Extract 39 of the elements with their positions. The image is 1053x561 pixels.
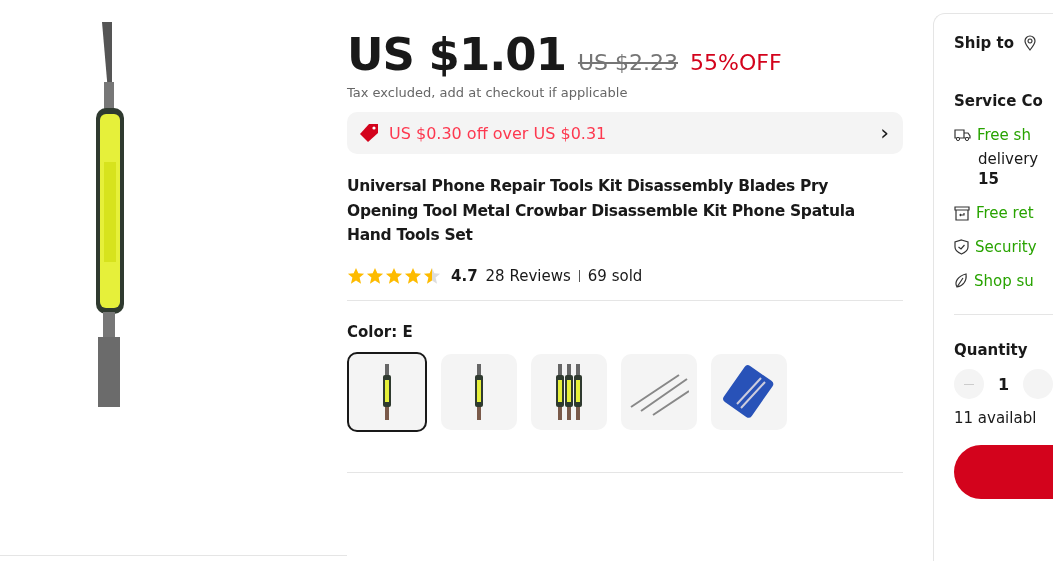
sold-count: 69 sold xyxy=(587,266,643,285)
service-text[interactable]: Security xyxy=(975,238,1037,256)
delivery-date: 15 xyxy=(978,170,1000,188)
leaf-icon xyxy=(954,273,968,289)
star-icon xyxy=(347,266,365,285)
quantity-label: Quantity xyxy=(954,341,1029,359)
available-count: 11 availabl xyxy=(954,409,1038,427)
tax-note: Tax excluded, add at checkout if applicable xyxy=(347,85,629,100)
coupon-banner[interactable]: US $0.30 off over US $0.31 › xyxy=(347,112,903,154)
star-icon xyxy=(366,266,384,285)
star-icon xyxy=(404,266,422,285)
variant-thumbnail[interactable] xyxy=(441,353,517,430)
service-text[interactable]: Free sh xyxy=(977,126,1031,144)
quantity-value: 1 xyxy=(996,374,1011,394)
star-icon xyxy=(385,266,403,285)
variant-thumbnail[interactable] xyxy=(711,353,787,430)
variant-thumbnail[interactable] xyxy=(347,351,427,432)
variant-thumbnail[interactable] xyxy=(531,353,607,430)
rating-score: 4.7 xyxy=(451,266,478,285)
product-title: Universal Phone Repair Tools Kit Disassembly Blades Pry Opening Tool Metal Crowbar Disassemble Kit Phone Spatula Hand Tools Set xyxy=(347,176,856,246)
return-box-icon xyxy=(954,205,970,221)
chevron-icon: › xyxy=(880,122,889,144)
tag-icon xyxy=(359,123,379,143)
star-icon xyxy=(423,266,441,285)
service-text[interactable]: Shop su xyxy=(974,272,1034,290)
shield-check-icon xyxy=(954,239,969,255)
coupon-text: US $0.30 off over US $0.31 xyxy=(389,123,608,143)
color-label: Color: E xyxy=(347,322,414,341)
ship-to-label: Ship to xyxy=(954,34,1015,52)
service-heading: Service Co xyxy=(954,92,1044,110)
truck-icon xyxy=(954,128,971,142)
location-pin-icon xyxy=(1024,35,1037,51)
service-text[interactable]: Free ret xyxy=(976,204,1034,222)
discount-label: 55%OFF xyxy=(690,50,782,75)
reviews-link[interactable]: 28 Reviews xyxy=(485,266,571,285)
original-price: US $2.23 xyxy=(577,50,678,75)
delivery-text: delivery xyxy=(978,150,1040,168)
current-price: US $1.01 xyxy=(347,28,566,81)
variant-thumbnail[interactable] xyxy=(621,353,697,430)
